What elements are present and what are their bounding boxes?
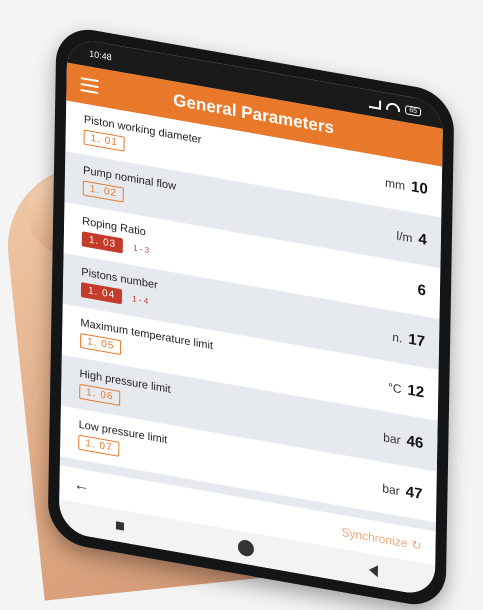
- synchronize-button[interactable]: Synchronize ↻: [341, 525, 421, 553]
- parameter-unit: bar: [382, 481, 400, 499]
- parameter-code: 1. 01: [83, 129, 126, 152]
- parameter-value-group: n. 17: [345, 320, 425, 351]
- refresh-icon: ↻: [411, 537, 422, 553]
- parameter-range: 1 - 3: [133, 243, 150, 256]
- parameter-value-group: bar 47: [342, 472, 422, 503]
- parameter-value-group: 6: [346, 269, 427, 300]
- parameter-code: 1. 03: [81, 231, 124, 254]
- smartphone: 10:48 65 General Parameters Piston worki…: [47, 23, 455, 610]
- battery-icon: 65: [405, 104, 422, 117]
- parameter-unit: bar: [383, 430, 401, 448]
- parameter-code: 1. 07: [78, 434, 120, 457]
- parameter-code: 1. 04: [80, 282, 123, 305]
- parameter-value: 12: [407, 381, 425, 402]
- hamburger-menu-icon[interactable]: [80, 77, 99, 95]
- status-icons: 65: [369, 98, 422, 117]
- back-arrow-icon[interactable]: ←: [73, 476, 89, 497]
- parameter-value: 10: [410, 178, 428, 199]
- parameter-range: 1 - 4: [132, 294, 149, 306]
- parameter-list: Piston working diameter 1. 01 mm 10 Pump nom…: [59, 100, 443, 532]
- parameter-code: 1. 06: [79, 383, 121, 407]
- parameter-value: 17: [408, 330, 426, 351]
- back-nav-icon[interactable]: [368, 563, 378, 578]
- parameter-value-group: l/m 4: [347, 218, 427, 249]
- parameter-value: 46: [406, 432, 424, 453]
- parameter-unit: °C: [387, 380, 402, 397]
- wifi-icon: [386, 101, 401, 113]
- parameter-value: 4: [418, 230, 427, 249]
- recent-apps-icon[interactable]: [116, 521, 125, 531]
- signal-icon: [369, 98, 382, 110]
- parameter-code: 1. 02: [82, 180, 125, 203]
- status-time: 10:48: [89, 48, 112, 63]
- parameter-value: 6: [417, 281, 427, 300]
- parameter-code: 1. 05: [79, 332, 122, 356]
- parameter-unit: l/m: [396, 228, 413, 246]
- parameter-value-group: °C 12: [344, 370, 424, 401]
- synchronize-label: Synchronize: [341, 524, 408, 551]
- parameter-unit: n.: [392, 329, 403, 346]
- parameter-unit: mm: [384, 175, 406, 194]
- home-icon[interactable]: [238, 538, 255, 558]
- parameter-value-group: bar 46: [343, 421, 423, 452]
- phone-screen: 10:48 65 General Parameters Piston worki…: [58, 36, 444, 598]
- parameter-value: 47: [405, 483, 423, 504]
- parameter-value-group: mm 10: [348, 167, 428, 198]
